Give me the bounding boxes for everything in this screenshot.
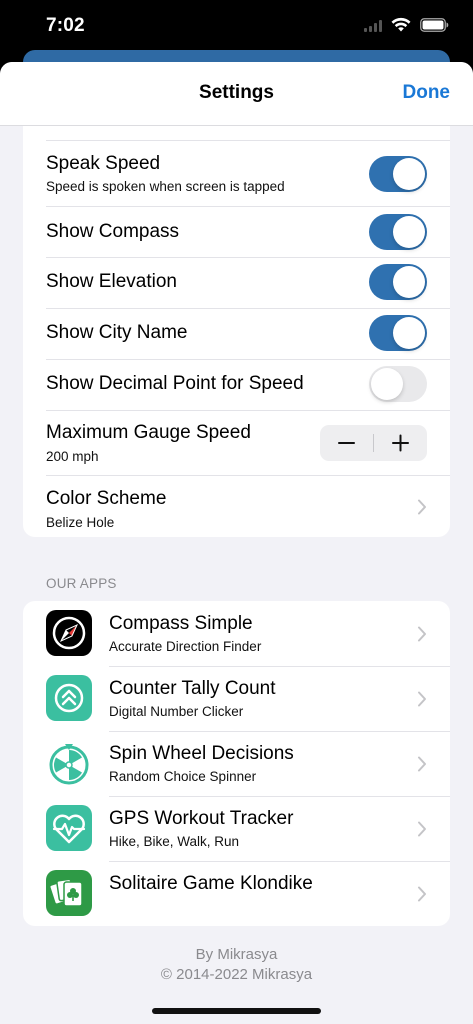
setting-row-show-compass: Show Compass [23, 207, 450, 257]
setting-title: Show City Name [46, 322, 188, 343]
setting-row-show-city-name: Show City Name [23, 309, 450, 359]
solitaire-app-icon [46, 870, 92, 916]
plus-icon [392, 434, 409, 452]
setting-row-max-gauge-speed: Maximum Gauge Speed 200 mph [23, 411, 450, 475]
counter-app-icon [46, 675, 92, 721]
chevron-right-icon [418, 691, 426, 707]
setting-subtitle: Belize Hole [46, 515, 115, 530]
increment-button[interactable] [374, 425, 427, 461]
status-bar: 7:02 [0, 0, 473, 52]
gauge-speed-stepper [320, 425, 427, 461]
toggle-knob [393, 216, 425, 248]
settings-group: Speak Speed Speed is spoken when screen … [23, 126, 450, 537]
app-subtitle: Digital Number Clicker [109, 704, 244, 719]
section-header-our-apps: OUR APPS [46, 576, 117, 591]
compass-app-icon [46, 610, 92, 656]
app-row-spin-wheel-decisions[interactable]: Spin Wheel Decisions Random Choice Spinn… [23, 731, 450, 796]
toggle-knob [371, 368, 403, 400]
app-title: Spin Wheel Decisions [109, 743, 294, 764]
chevron-right-icon [418, 626, 426, 642]
chevron-right-icon [418, 756, 426, 772]
chevron-right-icon [418, 499, 426, 515]
app-subtitle: Hike, Bike, Walk, Run [109, 834, 240, 849]
toggle-knob [393, 158, 425, 190]
status-icons [364, 17, 449, 32]
settings-sheet: Settings Done Speak Speed Speed is spoke… [0, 62, 473, 1024]
setting-row-show-elevation: Show Elevation [23, 258, 450, 308]
battery-icon [420, 17, 449, 32]
decrement-button[interactable] [320, 425, 373, 461]
setting-title: Speak Speed [46, 153, 161, 174]
setting-title: Show Decimal Point for Speed [46, 373, 304, 394]
show-city-name-toggle[interactable] [369, 315, 427, 351]
app-row-counter-tally-count[interactable]: Counter Tally Count Digital Number Click… [23, 666, 450, 731]
setting-title: Show Compass [46, 221, 180, 242]
wifi-icon [391, 17, 411, 32]
nav-bar: Settings Done [0, 62, 473, 126]
done-button[interactable]: Done [403, 82, 451, 104]
setting-title: Show Elevation [46, 271, 177, 292]
chevron-right-icon [418, 886, 426, 902]
toggle-knob [393, 266, 425, 298]
setting-subtitle: Speed is spoken when screen is tapped [46, 179, 285, 194]
app-row-gps-workout-tracker[interactable]: GPS Workout Tracker Hike, Bike, Walk, Ru… [23, 796, 450, 861]
speak-speed-toggle[interactable] [369, 156, 427, 192]
home-indicator [152, 1008, 321, 1014]
toggle-knob [393, 317, 425, 349]
footer-author: By Mikrasya [195, 946, 278, 963]
setting-row-show-decimal-point: Show Decimal Point for Speed [23, 360, 450, 410]
cellular-signal-icon [364, 18, 382, 32]
show-elevation-toggle[interactable] [369, 264, 427, 300]
app-title: Compass Simple [109, 613, 253, 634]
app-title: Solitaire Game Klondike [109, 873, 313, 894]
setting-subtitle: 200 mph [46, 449, 99, 464]
show-compass-toggle[interactable] [369, 214, 427, 250]
chevron-right-icon [418, 821, 426, 837]
footer-copyright: © 2014-2022 Mikrasya [160, 966, 313, 983]
setting-row-speak-speed: Speak Speed Speed is spoken when screen … [23, 141, 450, 206]
app-row-compass-simple[interactable]: Compass Simple Accurate Direction Finder [23, 601, 450, 666]
app-title: Counter Tally Count [109, 678, 276, 699]
apps-group: Compass Simple Accurate Direction Finder… [23, 601, 450, 926]
app-title: GPS Workout Tracker [109, 808, 294, 829]
minus-icon [338, 442, 355, 444]
app-subtitle: Random Choice Spinner [109, 769, 257, 784]
status-time: 7:02 [46, 15, 85, 36]
setting-row-color-scheme[interactable]: Color Scheme Belize Hole [23, 476, 450, 537]
app-row-solitaire-game-klondike[interactable]: Solitaire Game Klondike [23, 861, 450, 926]
show-decimal-point-toggle[interactable] [369, 366, 427, 402]
setting-title: Maximum Gauge Speed [46, 422, 251, 443]
spin-wheel-app-icon [46, 740, 92, 786]
setting-title: Color Scheme [46, 488, 167, 509]
app-subtitle: Accurate Direction Finder [109, 639, 262, 654]
workout-app-icon [46, 805, 92, 851]
